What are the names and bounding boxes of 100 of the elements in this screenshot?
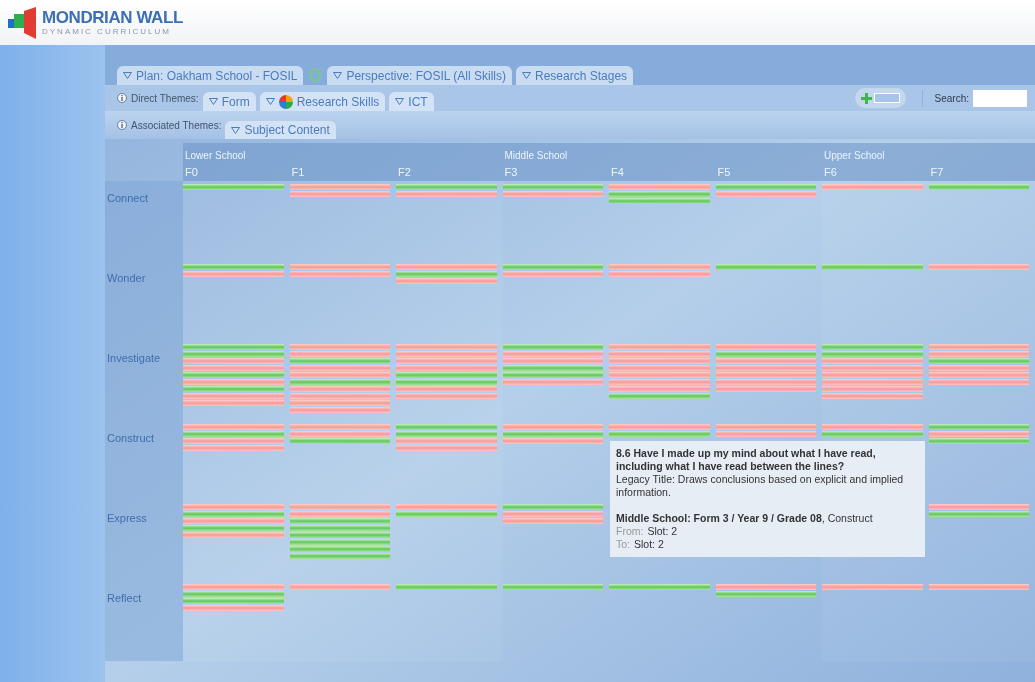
skill-bar[interactable]: [289, 358, 390, 364]
skill-bar[interactable]: [502, 191, 603, 197]
add-button[interactable]: [854, 88, 906, 108]
skill-bar[interactable]: [502, 518, 603, 524]
skill-bar[interactable]: [715, 379, 816, 385]
skill-bar[interactable]: [928, 358, 1029, 364]
skill-bar[interactable]: [715, 365, 816, 371]
skill-bar[interactable]: [289, 431, 390, 437]
search-field[interactable]: [973, 89, 1027, 107]
skill-bar[interactable]: [183, 424, 284, 430]
skill-bar[interactable]: [928, 344, 1029, 350]
skill-bar[interactable]: [289, 351, 390, 357]
skill-bar[interactable]: [289, 504, 390, 510]
skill-bar[interactable]: [396, 393, 497, 399]
skill-bar[interactable]: [822, 431, 923, 437]
skill-bar[interactable]: [502, 584, 603, 590]
skill-bar[interactable]: [928, 365, 1029, 371]
refresh-icon[interactable]: [307, 67, 324, 83]
skill-bar[interactable]: [928, 184, 1029, 190]
skill-bar[interactable]: [289, 584, 390, 590]
skill-bar[interactable]: [396, 379, 497, 385]
skill-bar[interactable]: [289, 438, 390, 444]
skill-bar[interactable]: [289, 546, 390, 552]
plan-tab[interactable]: Plan: Oakham School - FOSIL: [117, 66, 304, 85]
skill-bar[interactable]: [609, 344, 710, 350]
skill-bar[interactable]: [183, 525, 284, 531]
skill-bar[interactable]: [183, 591, 284, 597]
skill-bar[interactable]: [822, 424, 923, 430]
skill-bar[interactable]: [289, 532, 390, 538]
skill-bar[interactable]: [183, 400, 284, 406]
skill-bar[interactable]: [609, 191, 710, 197]
theme-tab[interactable]: Research Skills: [259, 92, 386, 111]
skill-bar[interactable]: [183, 518, 284, 524]
skill-bar[interactable]: [928, 431, 1029, 437]
skill-bar[interactable]: [715, 424, 816, 430]
skill-bar[interactable]: [183, 271, 284, 277]
skill-bar[interactable]: [183, 511, 284, 517]
skill-bar[interactable]: [183, 438, 284, 444]
skill-bar[interactable]: [502, 379, 603, 385]
skill-bar[interactable]: [822, 379, 923, 385]
plan-tab[interactable]: Perspective: FOSIL (All Skills): [327, 66, 512, 85]
skill-bar[interactable]: [289, 271, 390, 277]
skill-bar[interactable]: [289, 424, 390, 430]
skill-bar[interactable]: [183, 393, 284, 399]
skill-bar[interactable]: [396, 184, 497, 190]
skill-bar[interactable]: [502, 351, 603, 357]
skill-bar[interactable]: [289, 393, 390, 399]
skill-bar[interactable]: [396, 511, 497, 517]
skill-bar[interactable]: [609, 386, 710, 392]
skill-bar[interactable]: [289, 365, 390, 371]
skill-bar[interactable]: [822, 351, 923, 357]
skill-bar[interactable]: [396, 386, 497, 392]
skill-bar[interactable]: [183, 584, 284, 590]
skill-bar[interactable]: [928, 264, 1029, 270]
skill-bar[interactable]: [502, 511, 603, 517]
skill-bar[interactable]: [289, 518, 390, 524]
skill-bar[interactable]: [396, 365, 497, 371]
skill-bar[interactable]: [928, 584, 1029, 590]
skill-bar[interactable]: [609, 393, 710, 399]
skill-bar[interactable]: [502, 372, 603, 378]
skill-bar[interactable]: [715, 591, 816, 597]
skill-bar[interactable]: [183, 445, 284, 451]
skill-bar[interactable]: [609, 198, 710, 204]
skill-bar[interactable]: [609, 365, 710, 371]
skill-bar[interactable]: [183, 351, 284, 357]
skill-bar[interactable]: [609, 372, 710, 378]
skill-bar[interactable]: [502, 504, 603, 510]
skill-bar[interactable]: [609, 431, 710, 437]
skill-bar[interactable]: [289, 525, 390, 531]
skill-bar[interactable]: [822, 344, 923, 350]
skill-bar[interactable]: [822, 264, 923, 270]
skill-bar[interactable]: [715, 431, 816, 437]
skill-bar[interactable]: [396, 264, 497, 270]
skill-bar[interactable]: [502, 264, 603, 270]
skill-bar[interactable]: [289, 386, 390, 392]
skill-bar[interactable]: [609, 184, 710, 190]
skill-bar[interactable]: [502, 365, 603, 371]
skill-bar[interactable]: [396, 431, 497, 437]
skill-bar[interactable]: [715, 264, 816, 270]
skill-bar[interactable]: [183, 598, 284, 604]
skill-bar[interactable]: [183, 358, 284, 364]
skill-bar[interactable]: [183, 372, 284, 378]
skill-bar[interactable]: [502, 271, 603, 277]
skill-bar[interactable]: [715, 184, 816, 190]
skill-bar[interactable]: [502, 438, 603, 444]
info-icon[interactable]: [117, 93, 127, 103]
theme-tab[interactable]: Subject Content: [225, 121, 336, 139]
skill-bar[interactable]: [183, 264, 284, 270]
skill-bar[interactable]: [609, 584, 710, 590]
skill-bar[interactable]: [609, 264, 710, 270]
skill-bar[interactable]: [502, 424, 603, 430]
plan-tab[interactable]: Research Stages: [516, 66, 634, 85]
skill-bar[interactable]: [928, 351, 1029, 357]
skill-bar[interactable]: [502, 184, 603, 190]
skill-bar[interactable]: [396, 271, 497, 277]
skill-bar[interactable]: [396, 424, 497, 430]
skill-bar[interactable]: [396, 584, 497, 590]
skill-bar[interactable]: [183, 379, 284, 385]
skill-bar[interactable]: [928, 438, 1029, 444]
skill-bar[interactable]: [289, 539, 390, 545]
